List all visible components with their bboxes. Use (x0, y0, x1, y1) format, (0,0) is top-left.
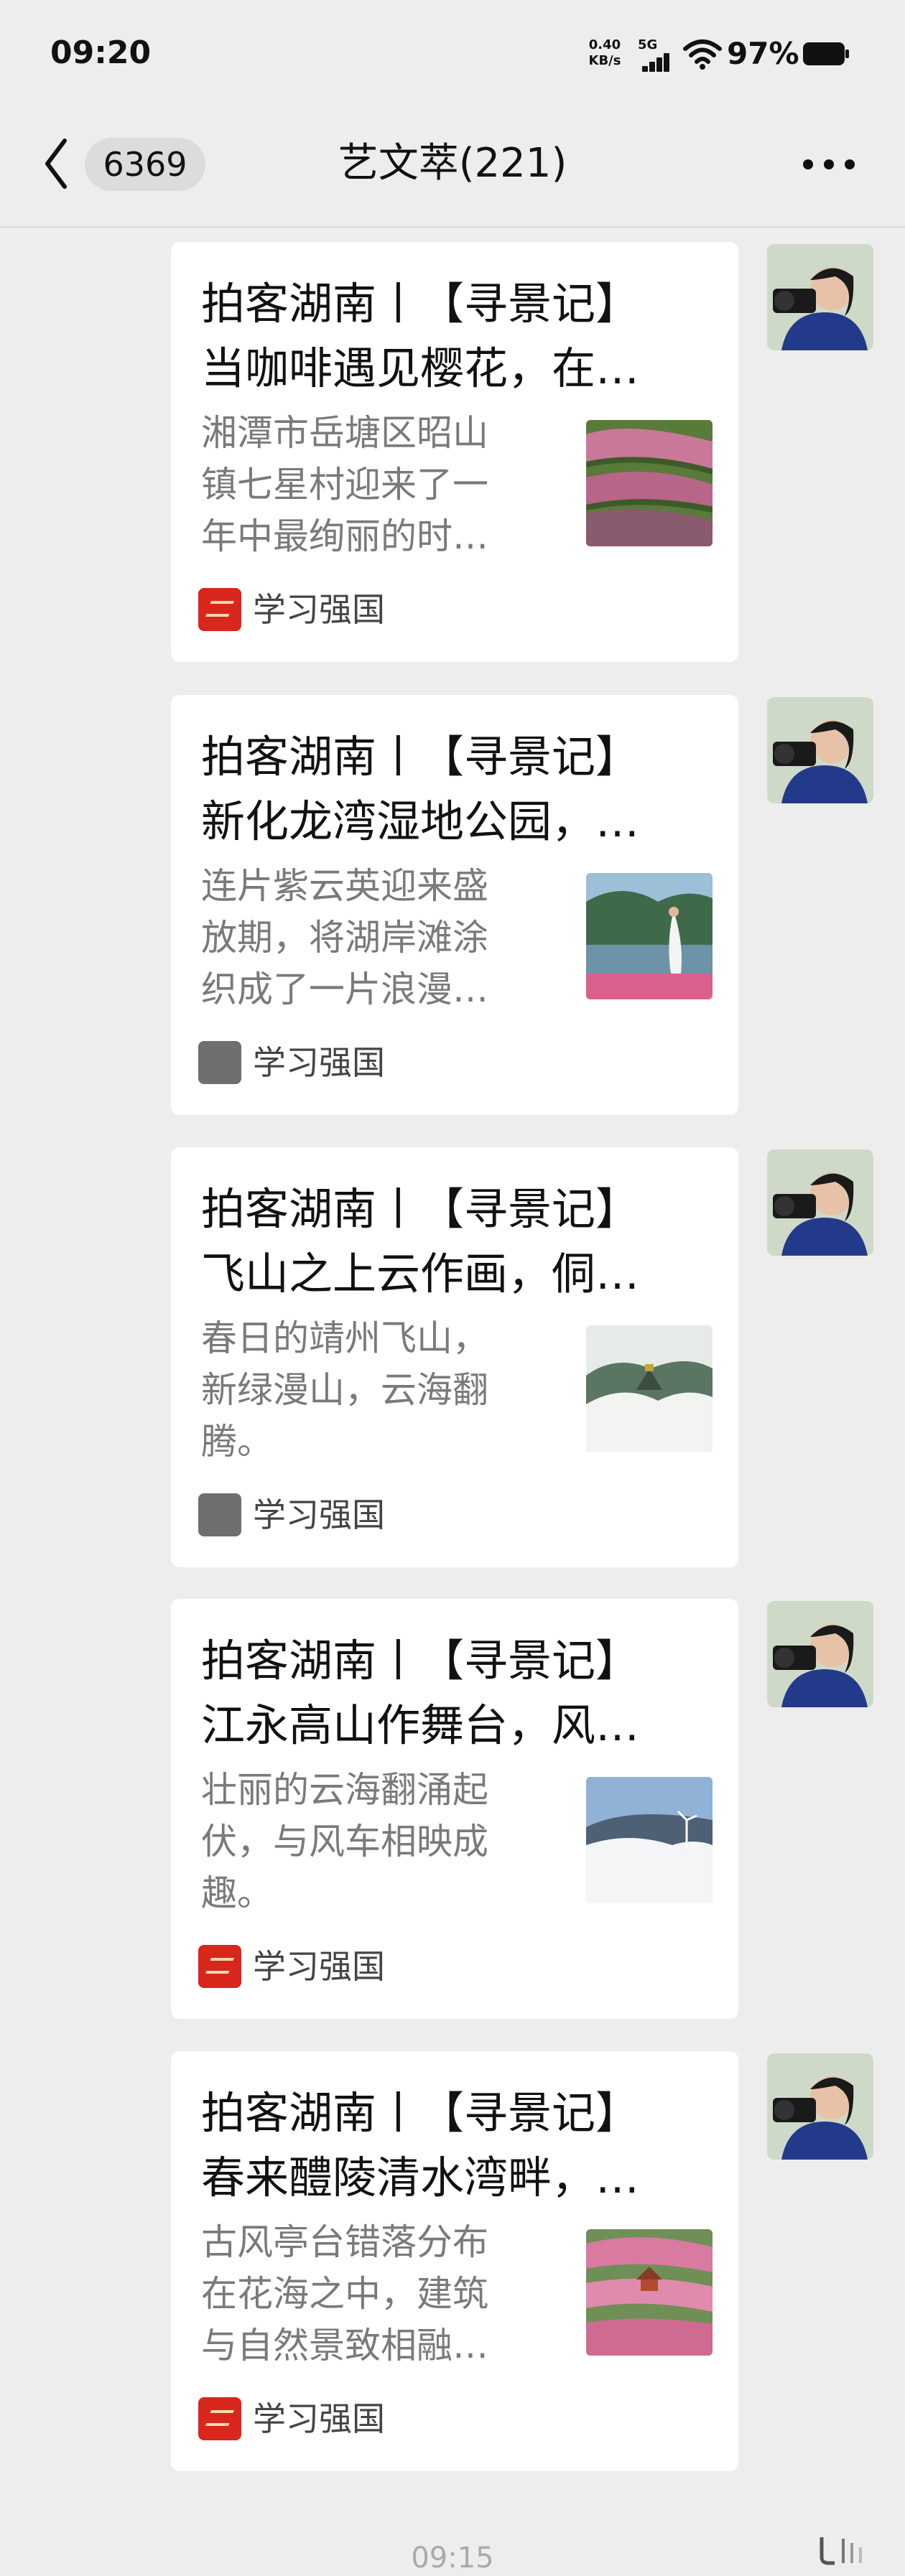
network-type: 5G (638, 37, 658, 52)
source-logo-icon (198, 1493, 241, 1536)
article-title: 拍客湖南丨【寻景记】 飞山之上云作画，侗… (201, 1177, 718, 1307)
article-title-line: 拍客湖南丨【寻景记】 (201, 1635, 640, 1686)
more-options-icon[interactable] (803, 159, 855, 171)
article-summary-line: 年中最绚丽的时… (201, 515, 488, 557)
source-logo-icon (198, 1945, 241, 1988)
article-summary-line: 连片紫云英迎来盛 (201, 865, 488, 907)
article-title-line: 拍客湖南丨【寻景记】 (201, 2088, 640, 2139)
source-logo-icon (198, 2397, 241, 2440)
unread-count-badge[interactable]: 6369 (85, 138, 205, 191)
battery-icon (803, 42, 849, 65)
article-card[interactable]: 拍客湖南丨【寻景记】 江永高山作舞台，风… 壮丽的云海翻涌起 伏，与风车相映成 … (171, 1599, 738, 2019)
article-summary-line: 古风亭台错落分布 (201, 2221, 488, 2263)
article-title: 拍客湖南丨【寻景记】 当咖啡遇见樱花，在… (201, 272, 718, 401)
article-thumbnail-wetland (586, 873, 713, 999)
message-item: 拍客湖南丨【寻景记】 飞山之上云作画，侗… 春日的靖州飞山， 新绿漫山，云海翻 … (0, 1147, 905, 1571)
article-card[interactable]: 拍客湖南丨【寻景记】 新化龙湾湿地公园，… 连片紫云英迎来盛 放期，将湖岸滩涂 … (171, 695, 738, 1115)
back-arrow-icon[interactable] (42, 135, 70, 192)
article-title: 拍客湖南丨【寻景记】 春来醴陵清水湾畔，… (201, 2081, 718, 2211)
article-card[interactable]: 拍客湖南丨【寻景记】 飞山之上云作画，侗… 春日的靖州飞山， 新绿漫山，云海翻 … (171, 1147, 738, 1567)
article-title-line: 春来醴陵清水湾畔，… (201, 2152, 640, 2203)
article-card[interactable]: 拍客湖南丨【寻景记】 春来醴陵清水湾畔，… 古风亭台错落分布 在花海之中，建筑 … (171, 2051, 738, 2471)
source-name: 学习强国 (253, 590, 385, 629)
chat-header: 6369 艺文萃(221) (0, 108, 905, 228)
article-title: 拍客湖南丨【寻景记】 新化龙湾湿地公园，… (201, 725, 718, 854)
source-logo-icon (198, 588, 241, 631)
article-summary-line: 放期，将湖岸滩涂 (201, 917, 488, 958)
article-summary: 壮丽的云海翻涌起 伏，与风车相映成 趣。 (201, 1764, 539, 1919)
status-time: 09:20 (50, 34, 152, 71)
article-title-line: 拍客湖南丨【寻景记】 (201, 279, 640, 330)
article-title-line: 当咖啡遇见樱花，在… (201, 343, 640, 394)
article-summary-line: 镇七星村迎来了一 (201, 464, 488, 505)
article-summary: 古风亭台错落分布 在花海之中，建筑 与自然景致相融… (201, 2216, 539, 2371)
article-summary-line: 趣。 (201, 1872, 273, 1914)
article-title-line: 江永高山作舞台，风… (201, 1700, 640, 1751)
article-summary: 湘潭市岳塘区昭山 镇七星村迎来了一 年中最绚丽的时… (201, 407, 539, 562)
message-timestamp: 09:15 (411, 2542, 494, 2575)
chat-title: 艺文萃(221) (338, 140, 567, 187)
article-thumbnail-cherry-blossom (586, 420, 713, 546)
article-title-line: 新化龙湾湿地公园，… (201, 796, 640, 847)
sender-avatar[interactable] (767, 2053, 873, 2160)
message-item: 拍客湖南丨【寻景记】 当咖啡遇见樱花，在… 湘潭市岳塘区昭山 镇七星村迎来了一 … (0, 242, 905, 666)
source-name: 学习强国 (253, 1947, 385, 1986)
article-card[interactable]: 拍客湖南丨【寻景记】 当咖啡遇见樱花，在… 湘潭市岳塘区昭山 镇七星村迎来了一 … (171, 242, 738, 662)
article-title: 拍客湖南丨【寻景记】 江永高山作舞台，风… (201, 1629, 718, 1758)
sender-avatar[interactable] (767, 1601, 873, 1707)
source-name: 学习强国 (253, 1495, 385, 1534)
article-summary-line: 与自然景致相融… (201, 2325, 488, 2366)
article-title-line: 拍客湖南丨【寻景记】 (201, 1184, 640, 1235)
article-thumbnail-windmills (586, 1777, 713, 1903)
network-speed: 0.40 KB/s (583, 37, 626, 69)
status-bar: 09:20 0.40 KB/s 5G 97% (0, 0, 905, 108)
article-summary-line: 在花海之中，建筑 (201, 2273, 488, 2315)
floating-toolbar-icon[interactable] (816, 2533, 873, 2567)
network-speed-value: 0.40 (588, 37, 621, 52)
sender-avatar[interactable] (767, 697, 873, 803)
message-item: 拍客湖南丨【寻景记】 春来醴陵清水湾畔，… 古风亭台错落分布 在花海之中，建筑 … (0, 2051, 905, 2475)
signal-icon (638, 53, 672, 72)
message-item: 拍客湖南丨【寻景记】 江永高山作舞台，风… 壮丽的云海翻涌起 伏，与风车相映成 … (0, 1599, 905, 2022)
battery-percent: 97% (727, 36, 799, 71)
article-summary-line: 织成了一片浪漫… (201, 969, 488, 1010)
source-name: 学习强国 (253, 2399, 385, 2438)
sender-avatar[interactable] (767, 244, 873, 350)
wifi-icon (683, 39, 722, 70)
source-logo-icon (198, 1041, 241, 1084)
article-summary-line: 伏，与风车相映成 (201, 1821, 488, 1862)
sender-avatar[interactable] (767, 1149, 873, 1256)
article-thumbnail-flower-sea (586, 2229, 713, 2356)
article-summary-line: 新绿漫山，云海翻 (201, 1369, 488, 1411)
article-summary-line: 春日的靖州飞山， (201, 1317, 488, 1359)
article-summary-line: 壮丽的云海翻涌起 (201, 1769, 488, 1811)
message-item: 拍客湖南丨【寻景记】 新化龙湾湿地公园，… 连片紫云英迎来盛 放期，将湖岸滩涂 … (0, 695, 905, 1119)
article-summary: 春日的靖州飞山， 新绿漫山，云海翻 腾。 (201, 1312, 539, 1467)
article-title-line: 拍客湖南丨【寻景记】 (201, 732, 640, 783)
article-summary-line: 湘潭市岳塘区昭山 (201, 412, 488, 454)
article-thumbnail-sea-of-clouds (586, 1325, 713, 1452)
network-speed-unit: KB/s (588, 53, 621, 68)
article-title-line: 飞山之上云作画，侗… (201, 1249, 640, 1299)
source-name: 学习强国 (253, 1043, 385, 1082)
article-summary-line: 腾。 (201, 1421, 273, 1462)
article-summary: 连片紫云英迎来盛 放期，将湖岸滩涂 织成了一片浪漫… (201, 860, 539, 1015)
